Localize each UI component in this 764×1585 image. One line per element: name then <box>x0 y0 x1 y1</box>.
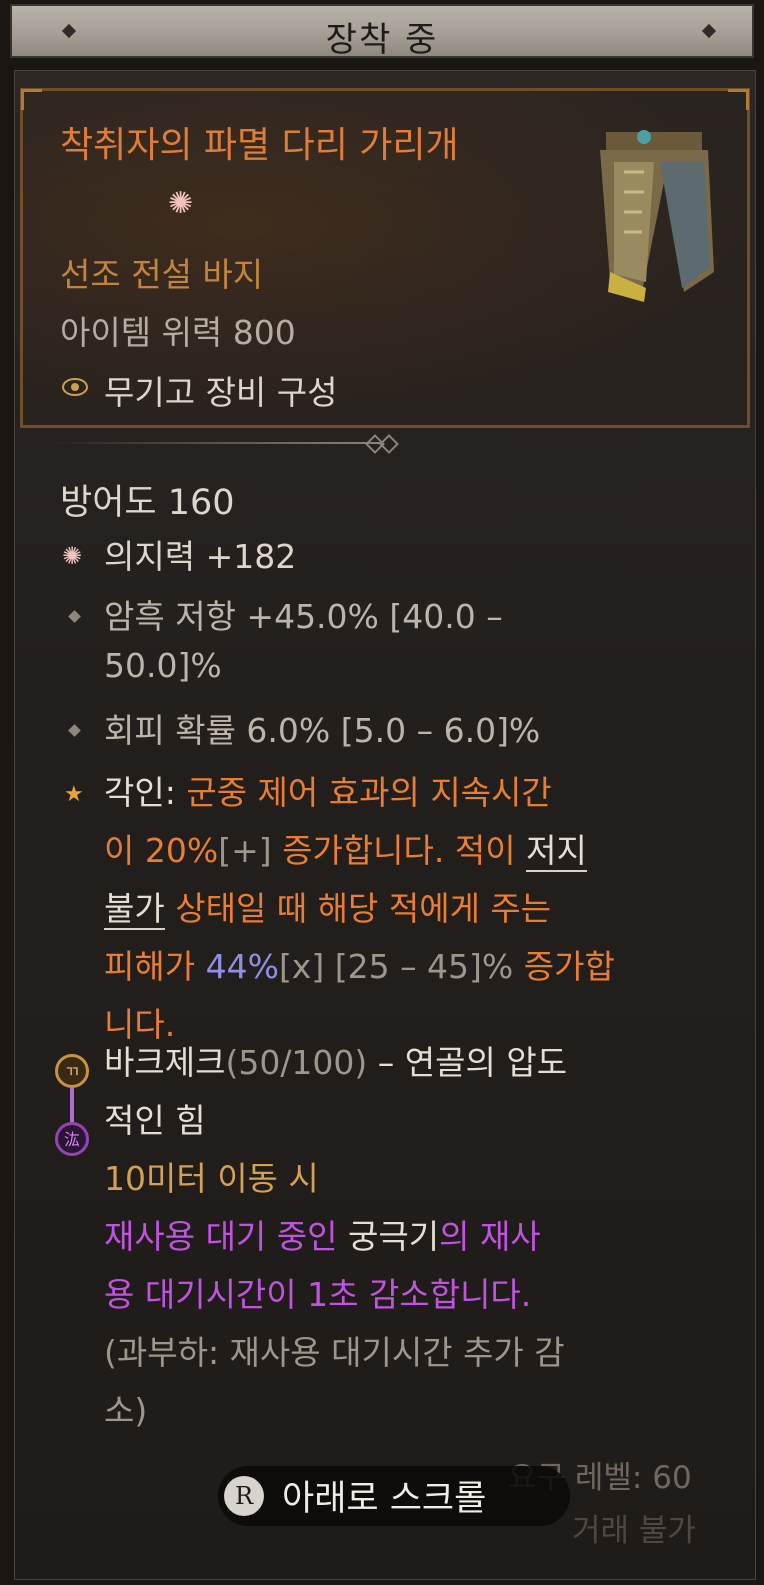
aspect-text: 피해가 <box>104 947 206 986</box>
rune-link <box>70 1088 74 1122</box>
unstoppable-keyword[interactable]: 저지 <box>526 831 587 872</box>
item-image <box>600 130 714 302</box>
armory-eye-icon <box>62 378 88 396</box>
tooltip-header: 장착 중 <box>10 4 754 60</box>
header-title: 장착 중 <box>325 20 439 60</box>
willpower-icon: ✺ <box>62 542 83 570</box>
unstoppable-keyword[interactable]: 불가 <box>104 889 165 930</box>
aspect-roll: 44% <box>205 947 279 986</box>
corner-ornament <box>728 89 749 110</box>
glyph-rune-icon: ㄲ <box>55 1054 89 1088</box>
aspect-text: 상태일 때 해당 적에게 주는 <box>164 889 552 928</box>
aspect-text: 이 20% <box>104 831 219 870</box>
rune-overload: 소) <box>104 1391 148 1430</box>
armory-loadout: 무기고 장비 구성 <box>104 373 338 412</box>
rune-effect-keyword: 궁극기 <box>348 1217 440 1256</box>
rune-effect: 용 대기시간이 1초 감소합니다. <box>104 1275 532 1314</box>
rune-name: 적인 힘 <box>104 1101 206 1140</box>
rune-count: (50/100) <box>225 1043 368 1082</box>
rune-name: – 연골의 압도 <box>367 1043 568 1082</box>
aspect-text: 증가합 <box>523 947 615 986</box>
ancestral-star-icon: ✺ <box>168 186 194 221</box>
item-name: 착취자의 파멸 다리 가리개 <box>60 125 459 166</box>
aspect-text: 증가합니다. 적이 <box>271 831 527 870</box>
stat-shadow-resistance: 암흑 저항 +45.0% [40.0 – <box>104 597 503 636</box>
trade-status: 거래 불가 <box>572 1513 696 1549</box>
aspect-text: 군중 제어 효과의 지속시간 <box>186 773 552 812</box>
glyph-rune-icon: 汯 <box>55 1122 89 1156</box>
item-type: 선조 전설 바지 <box>60 255 264 294</box>
rune-effect: 의 재사 <box>439 1217 541 1256</box>
stat-dodge: 회피 확률 6.0% [5.0 – 6.0]% <box>104 711 541 750</box>
aspect-description: 각인: 군중 제어 효과의 지속시간 이 20%[+] 증가합니다. 적이 저지… <box>104 764 724 1054</box>
corner-ornament <box>21 89 42 110</box>
scroll-down-label[interactable]: 아래로 스크롤 <box>282 1470 486 1521</box>
stat-willpower: 의지력 +182 <box>104 537 297 576</box>
aspect-multiplier: [x] <box>278 947 325 986</box>
rune-name: 바크제크 <box>104 1043 226 1082</box>
item-tooltip: 장착 중 착취자의 파멸 다리 가리개 ✺ 선조 전설 바지 아이템 위력 80… <box>0 0 764 1585</box>
aspect-plus: [+] <box>218 831 272 870</box>
aspect-label: 각인: <box>104 773 187 812</box>
rune-description: 바크제크(50/100) – 연골의 압도 적인 힘 10미터 이동 시 재사용… <box>104 1034 724 1440</box>
rune-effect: 재사용 대기 중인 <box>104 1217 348 1256</box>
rune-overload: (과부하: 재사용 대기시간 추가 감 <box>104 1333 565 1372</box>
armor-value: 방어도 160 <box>60 483 235 523</box>
item-power: 아이템 위력 800 <box>60 313 296 352</box>
r-key-icon[interactable]: R <box>224 1476 264 1516</box>
aspect-range: [25 – 45]% <box>324 947 524 986</box>
aspect-star-icon: ★ <box>64 782 84 807</box>
stat-shadow-resistance-cont: 50.0]% <box>104 646 222 685</box>
divider <box>50 442 380 444</box>
rune-trigger: 10미터 이동 시 <box>104 1159 319 1198</box>
